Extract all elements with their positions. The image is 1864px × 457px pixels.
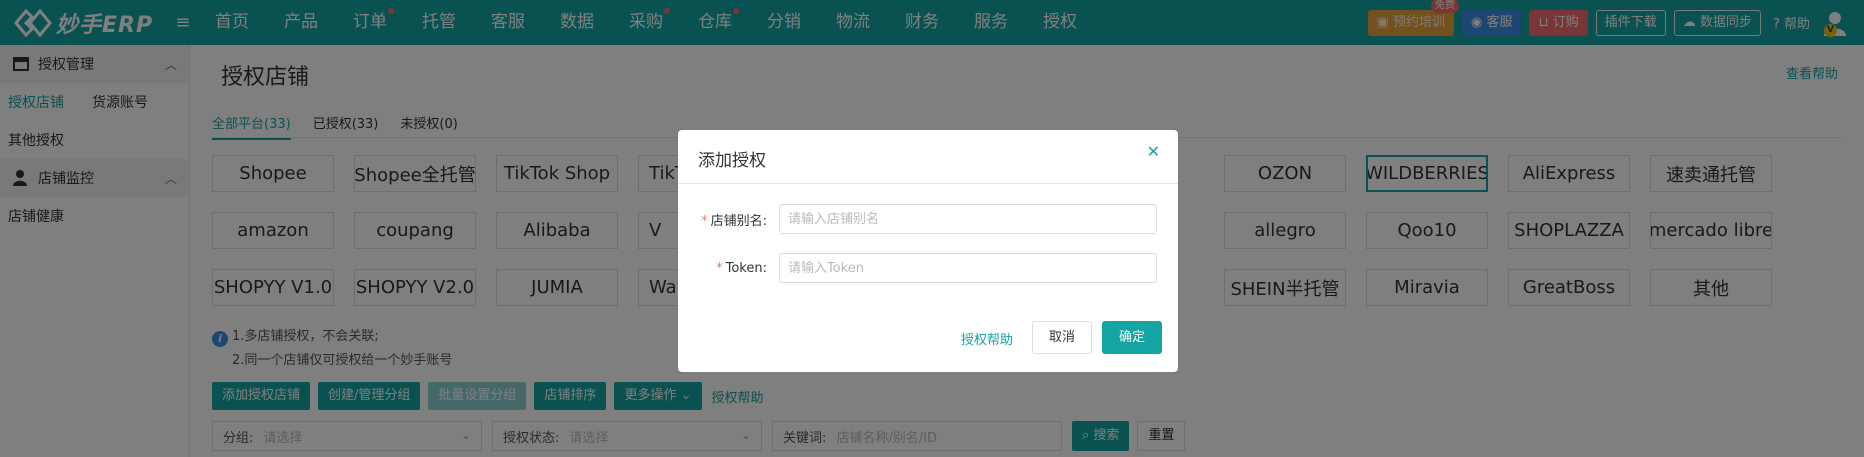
dialog-title: 添加授权 bbox=[698, 151, 766, 171]
confirm-button[interactable]: 确定 bbox=[1102, 321, 1162, 354]
token-row: * Token: bbox=[678, 253, 1178, 283]
cancel-button[interactable]: 取消 bbox=[1032, 321, 1092, 354]
required-mark: * bbox=[701, 213, 708, 229]
required-mark: * bbox=[716, 260, 723, 276]
alias-row: * 店铺别名: bbox=[678, 204, 1178, 234]
dialog-divider bbox=[678, 183, 1178, 184]
store-alias-input[interactable] bbox=[779, 204, 1157, 234]
dialog-auth-help-link[interactable]: 授权帮助 bbox=[961, 329, 1013, 348]
close-icon[interactable]: ✕ bbox=[1147, 142, 1160, 161]
token-input[interactable] bbox=[779, 253, 1157, 283]
add-auth-dialog: 添加授权 ✕ *店铺别名: *Token: 授权帮助 取消 确定 bbox=[678, 130, 1178, 372]
